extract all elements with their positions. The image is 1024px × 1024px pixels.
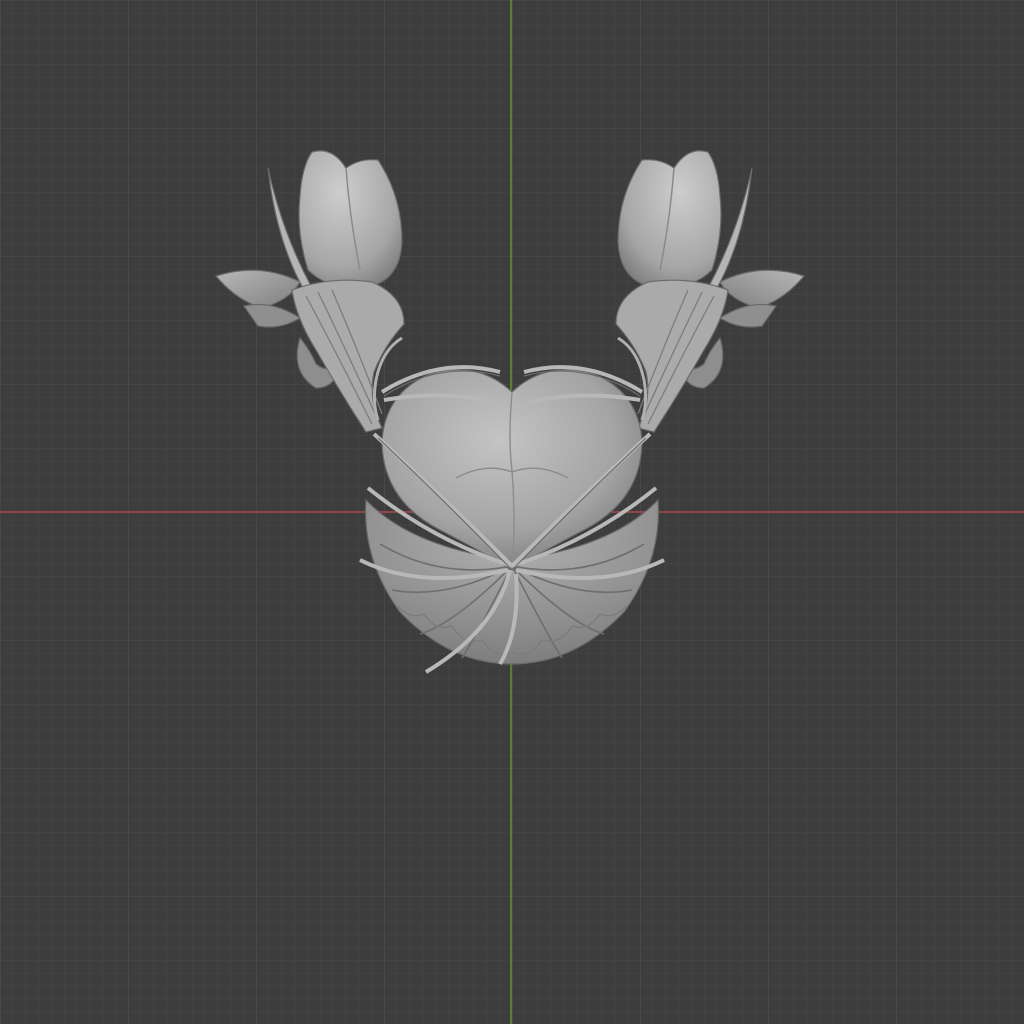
3d-viewport[interactable] [0,0,1024,1024]
viewport-canvas[interactable] [0,0,1024,1024]
